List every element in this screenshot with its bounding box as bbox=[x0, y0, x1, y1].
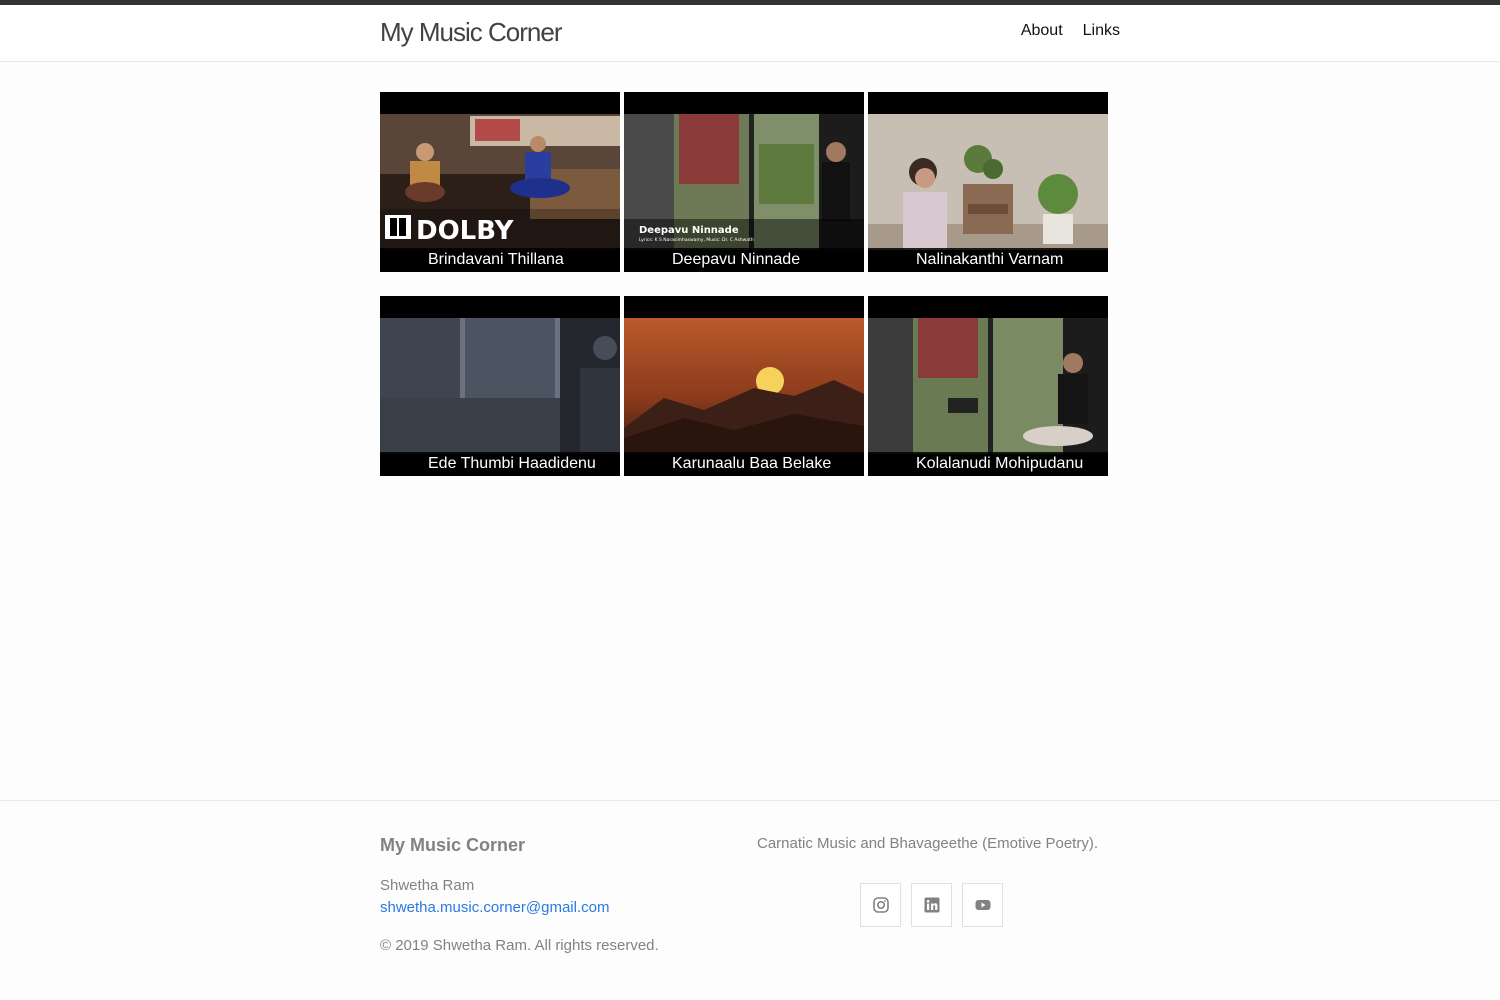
video-grid: DOLBY Brindavani Thillana Deepavu Ninnad… bbox=[380, 92, 1112, 476]
youtube-icon bbox=[975, 900, 990, 910]
video-tile[interactable]: Kolalanudi Mohipudanu bbox=[868, 296, 1108, 476]
svg-text:Deepavu Ninnade: Deepavu Ninnade bbox=[639, 225, 739, 236]
video-title: Kolalanudi Mohipudanu bbox=[868, 452, 1108, 476]
video-thumbnail bbox=[380, 318, 620, 454]
svg-text:DOLBY: DOLBY bbox=[416, 216, 515, 246]
social-links bbox=[860, 883, 1003, 927]
video-thumbnail: DOLBY bbox=[380, 114, 620, 250]
video-title: Ede Thumbi Haadidenu bbox=[380, 452, 620, 476]
instagram-link[interactable] bbox=[860, 883, 901, 927]
video-tile[interactable]: Deepavu Ninnade Lyrics: K S Narasimhaswa… bbox=[624, 92, 864, 272]
video-thumbnail bbox=[868, 318, 1108, 454]
site-footer: My Music Corner Shwetha Ram shwetha.musi… bbox=[0, 800, 1500, 1000]
footer-heading: My Music Corner bbox=[380, 835, 526, 855]
video-thumbnail bbox=[624, 318, 864, 454]
nav-link-links[interactable]: Links bbox=[1083, 22, 1120, 40]
footer-copyright: © 2019 Shwetha Ram. All rights reserved. bbox=[380, 937, 659, 954]
video-thumbnail bbox=[868, 114, 1108, 250]
linkedin-icon bbox=[924, 897, 939, 913]
video-tile[interactable]: DOLBY Brindavani Thillana bbox=[380, 92, 620, 272]
footer-email-link[interactable]: shwetha.music.corner@gmail.com bbox=[380, 899, 609, 916]
video-title: Brindavani Thillana bbox=[380, 248, 620, 272]
video-title: Nalinakanthi Varnam bbox=[868, 248, 1108, 272]
nav-link-about[interactable]: About bbox=[1021, 22, 1063, 40]
site-header: My Music Corner About Links bbox=[0, 5, 1500, 62]
youtube-link[interactable] bbox=[962, 883, 1003, 927]
video-tile[interactable]: Karunaalu Baa Belake bbox=[624, 296, 864, 476]
video-thumbnail: Deepavu Ninnade Lyrics: K S Narasimhaswa… bbox=[624, 114, 864, 250]
video-title: Deepavu Ninnade bbox=[624, 248, 864, 272]
linkedin-link[interactable] bbox=[911, 883, 952, 927]
footer-description: Carnatic Music and Bhavageethe (Emotive … bbox=[757, 835, 1098, 852]
svg-text:Lyrics: K S Narasimhaswamy, Mu: Lyrics: K S Narasimhaswamy, Music: Dr. C… bbox=[639, 237, 754, 243]
footer-owner-name: Shwetha Ram bbox=[380, 877, 475, 894]
instagram-icon bbox=[872, 897, 889, 913]
video-title: Karunaalu Baa Belake bbox=[624, 452, 864, 476]
video-tile[interactable]: Nalinakanthi Varnam bbox=[868, 92, 1108, 272]
main-nav: About Links bbox=[1021, 22, 1120, 40]
video-tile[interactable]: Ede Thumbi Haadidenu bbox=[380, 296, 620, 476]
site-title-link[interactable]: My Music Corner bbox=[380, 17, 562, 48]
